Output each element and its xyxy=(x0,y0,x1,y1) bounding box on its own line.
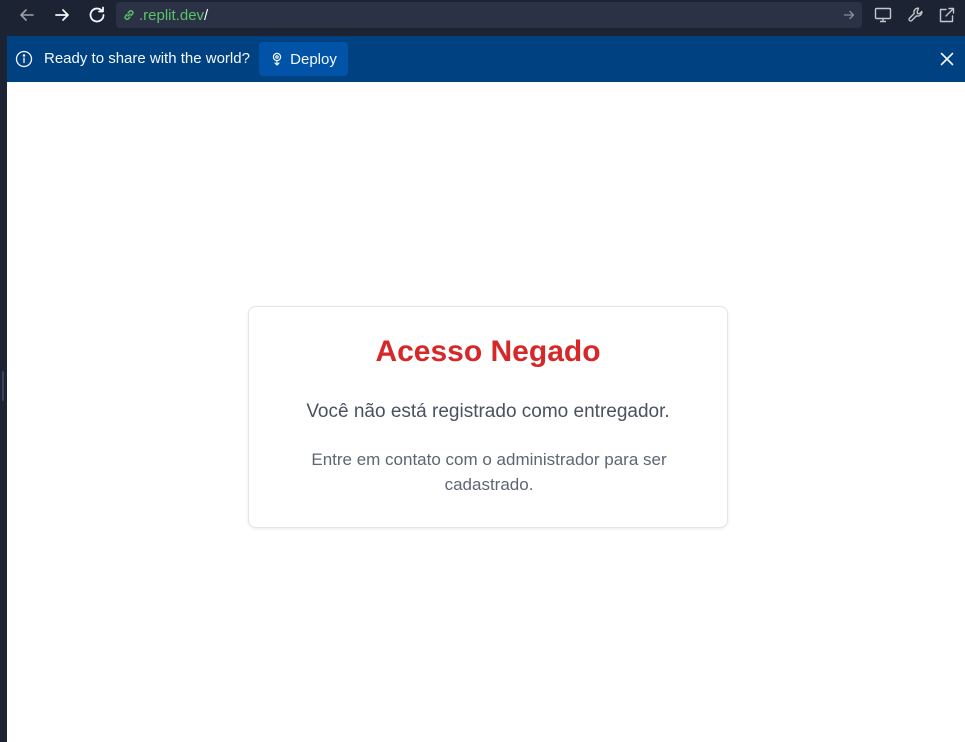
contact-admin-message: Entre em contato com o administrador par… xyxy=(311,450,667,494)
url-domain: .replit.dev xyxy=(139,6,205,24)
wrench-icon[interactable] xyxy=(906,5,926,25)
arrow-right-icon xyxy=(55,9,69,21)
browser-toolbar: .replit.dev / xyxy=(0,0,965,36)
back-button[interactable] xyxy=(14,4,40,26)
external-link-icon[interactable] xyxy=(937,5,957,25)
deploy-banner: Ready to share with the world? Deploy xyxy=(7,36,965,82)
address-bar[interactable]: .replit.dev / xyxy=(116,2,862,28)
arrow-left-icon xyxy=(20,9,34,21)
banner-message: Ready to share with the world? xyxy=(44,50,250,67)
monitor-icon[interactable] xyxy=(873,5,893,25)
reload-icon xyxy=(89,6,105,23)
access-denied-card: Acesso Negado Você não está registrado c… xyxy=(248,306,728,528)
arrow-right-small-icon[interactable] xyxy=(842,8,856,22)
forward-button[interactable] xyxy=(49,4,75,26)
deploy-label: Deploy xyxy=(290,50,337,68)
left-panel-edge xyxy=(0,36,7,742)
resize-handle[interactable] xyxy=(2,371,4,401)
close-icon[interactable] xyxy=(938,50,956,68)
app-viewport: Acesso Negado Você não está registrado c… xyxy=(7,82,965,742)
deploy-button[interactable]: Deploy xyxy=(259,42,348,76)
url-path: / xyxy=(204,6,209,24)
info-icon xyxy=(15,50,33,68)
page-title: Acesso Negado xyxy=(375,335,601,368)
deploy-icon xyxy=(270,52,284,66)
link-icon xyxy=(122,8,136,22)
denied-message: Você não está registrado como entregador… xyxy=(306,401,670,422)
reload-button[interactable] xyxy=(84,4,110,26)
